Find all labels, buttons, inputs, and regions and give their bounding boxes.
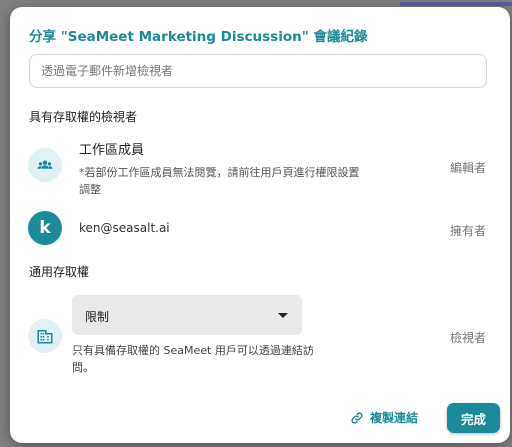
copy-link-button[interactable]: 複製連結	[350, 409, 418, 426]
access-description: 只有具備存取權的 SeaMeet 用戶可以透過連結訪問。	[72, 344, 314, 374]
workspace-role: 編輯者	[450, 161, 487, 175]
owner-role: 擁有者	[450, 224, 487, 238]
access-level-select[interactable]: 限制	[72, 295, 302, 335]
copy-link-label: 複製連結	[370, 411, 419, 425]
owner-avatar: k	[28, 211, 62, 245]
general-access-avatar	[28, 319, 62, 353]
background-strip	[400, 2, 512, 6]
email-input[interactable]	[29, 54, 487, 88]
workspace-members-title: 工作區成員	[79, 143, 145, 158]
group-icon	[37, 160, 53, 169]
building-icon	[37, 330, 53, 344]
access-level-value: 限制	[85, 310, 110, 324]
dialog-title: 分享 "SeaMeet Marketing Discussion" 會議紀錄	[29, 29, 368, 45]
viewers-heading: 具有存取權的檢視者	[29, 110, 138, 124]
caret-down-icon	[278, 313, 288, 318]
general-access-heading: 通用存取權	[29, 265, 90, 279]
general-access-role: 檢視者	[450, 331, 487, 345]
workspace-avatar	[28, 148, 62, 182]
done-button[interactable]: 完成	[447, 403, 500, 433]
owner-email: ken@seasalt.ai	[79, 221, 170, 235]
link-icon	[351, 411, 363, 424]
workspace-members-note: *若部份工作區成員無法閱覽，請前往用戶頁進行權限設置調整	[79, 166, 360, 196]
share-dialog: 分享 "SeaMeet Marketing Discussion" 會議紀錄 具…	[10, 7, 510, 443]
